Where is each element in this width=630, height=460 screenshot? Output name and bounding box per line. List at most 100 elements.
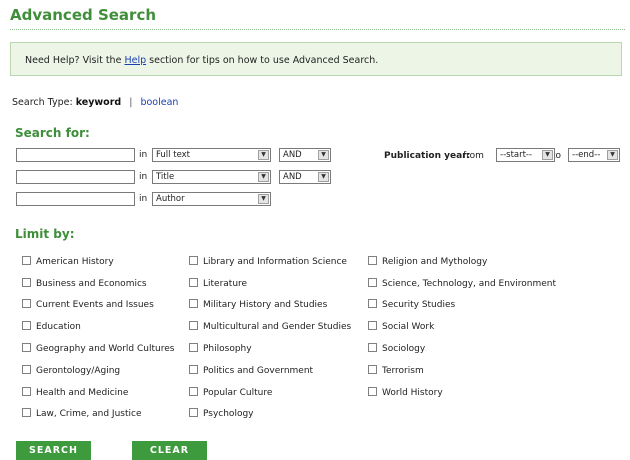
limit-option[interactable]: Geography and World Cultures <box>22 343 174 354</box>
checkbox[interactable] <box>189 299 198 308</box>
checkbox[interactable] <box>189 365 198 374</box>
page-title: Advanced Search <box>10 6 157 24</box>
limit-option-label: Geography and World Cultures <box>36 344 175 354</box>
in-label: in <box>139 150 148 160</box>
checkbox[interactable] <box>189 278 198 287</box>
limit-option[interactable]: Military History and Studies <box>189 299 327 310</box>
search-type-boolean[interactable]: boolean <box>140 97 178 108</box>
checkbox[interactable] <box>189 256 198 265</box>
limit-option[interactable]: Law, Crime, and Justice <box>22 408 141 419</box>
limit-option[interactable]: American History <box>22 256 114 267</box>
help-text-prefix: Need Help? Visit the <box>25 55 125 66</box>
checkbox[interactable] <box>368 321 377 330</box>
checkbox[interactable] <box>22 408 31 417</box>
limit-option-label: Popular Culture <box>203 388 273 398</box>
checkbox[interactable] <box>189 408 198 417</box>
limit-option-label: Sociology <box>382 344 426 354</box>
search-term-input-2[interactable] <box>16 170 135 184</box>
checkbox[interactable] <box>368 343 377 352</box>
operator-select-2[interactable]: AND ▼ <box>279 170 331 184</box>
field-select-value: Author <box>156 194 185 204</box>
limit-option[interactable]: Sociology <box>368 343 425 354</box>
dropdown-arrow-icon: ▼ <box>607 150 618 160</box>
limit-option-label: American History <box>36 257 114 267</box>
limit-option[interactable]: Business and Economics <box>22 278 147 289</box>
checkbox[interactable] <box>22 365 31 374</box>
checkbox[interactable] <box>368 365 377 374</box>
checkbox[interactable] <box>22 299 31 308</box>
limit-option-label: Terrorism <box>382 366 424 376</box>
limit-option[interactable]: Politics and Government <box>189 365 313 376</box>
search-type: Search Type: keyword | boolean <box>12 97 178 108</box>
field-select-3[interactable]: Author ▼ <box>152 192 271 206</box>
help-text-suffix: section for tips on how to use Advanced … <box>146 55 379 66</box>
help-text: Need Help? Visit the Help section for ti… <box>25 55 378 66</box>
search-term-input-1[interactable] <box>16 148 135 162</box>
search-button[interactable]: SEARCH <box>16 441 91 460</box>
checkbox[interactable] <box>189 321 198 330</box>
checkbox[interactable] <box>22 321 31 330</box>
end-year-select[interactable]: --end-- ▼ <box>568 148 620 162</box>
limit-option[interactable]: Library and Information Science <box>189 256 347 267</box>
limit-option[interactable]: Multicultural and Gender Studies <box>189 321 351 332</box>
publication-year: Publication year: from to <box>384 151 561 161</box>
checkbox[interactable] <box>22 278 31 287</box>
limit-option[interactable]: Security Studies <box>368 299 455 310</box>
checkbox[interactable] <box>368 256 377 265</box>
limit-option[interactable]: Terrorism <box>368 365 424 376</box>
limit-option[interactable]: World History <box>368 387 443 398</box>
limit-option[interactable]: Science, Technology, and Environment <box>368 278 556 289</box>
limit-option-label: Philosophy <box>203 344 252 354</box>
search-type-keyword[interactable]: keyword <box>76 97 122 108</box>
checkbox[interactable] <box>368 278 377 287</box>
limit-option[interactable]: Literature <box>189 278 247 289</box>
operator-select-1[interactable]: AND ▼ <box>279 148 331 162</box>
checkbox[interactable] <box>368 299 377 308</box>
checkbox[interactable] <box>22 387 31 396</box>
search-term-input-3[interactable] <box>16 192 135 206</box>
title-divider <box>10 29 625 30</box>
search-type-separator: | <box>129 97 133 108</box>
help-link[interactable]: Help <box>124 55 146 66</box>
in-label: in <box>139 172 148 182</box>
field-select-value: Title <box>156 172 175 182</box>
limit-by-heading: Limit by: <box>15 227 75 241</box>
end-year-value: --end-- <box>572 150 601 160</box>
operator-select-value: AND <box>283 172 302 182</box>
clear-button[interactable]: CLEAR <box>132 441 207 460</box>
start-year-select[interactable]: --start-- ▼ <box>496 148 555 162</box>
in-label: in <box>139 194 148 204</box>
limit-option[interactable]: Religion and Mythology <box>368 256 487 267</box>
field-select-1[interactable]: Full text ▼ <box>152 148 271 162</box>
search-type-label: Search Type: <box>12 97 76 108</box>
limit-option[interactable]: Philosophy <box>189 343 252 354</box>
publication-year-label: Publication year: <box>384 151 471 161</box>
limit-option[interactable]: Health and Medicine <box>22 387 128 398</box>
limit-option-label: Multicultural and Gender Studies <box>203 322 352 332</box>
limit-option[interactable]: Gerontology/Aging <box>22 365 120 376</box>
limit-option-label: Gerontology/Aging <box>36 366 121 376</box>
dropdown-arrow-icon: ▼ <box>258 150 269 160</box>
limit-option-label: Social Work <box>382 322 435 332</box>
limit-option[interactable]: Psychology <box>189 408 254 419</box>
limit-option-label: Health and Medicine <box>36 388 129 398</box>
field-select-value: Full text <box>156 150 191 160</box>
checkbox[interactable] <box>368 387 377 396</box>
limit-option-label: Science, Technology, and Environment <box>382 279 557 289</box>
limit-option[interactable]: Popular Culture <box>189 387 272 398</box>
limit-option-label: Library and Information Science <box>203 257 347 267</box>
limit-option-label: Psychology <box>203 409 254 419</box>
limit-option-label: Politics and Government <box>203 366 314 376</box>
dropdown-arrow-icon: ▼ <box>318 150 329 160</box>
limit-option[interactable]: Current Events and Issues <box>22 299 154 310</box>
checkbox[interactable] <box>189 387 198 396</box>
limit-option[interactable]: Social Work <box>368 321 434 332</box>
checkbox[interactable] <box>22 343 31 352</box>
field-select-2[interactable]: Title ▼ <box>152 170 271 184</box>
limit-option-label: Current Events and Issues <box>36 300 154 310</box>
dropdown-arrow-icon: ▼ <box>542 150 553 160</box>
checkbox[interactable] <box>189 343 198 352</box>
checkbox[interactable] <box>22 256 31 265</box>
dropdown-arrow-icon: ▼ <box>258 194 269 204</box>
limit-option[interactable]: Education <box>22 321 81 332</box>
